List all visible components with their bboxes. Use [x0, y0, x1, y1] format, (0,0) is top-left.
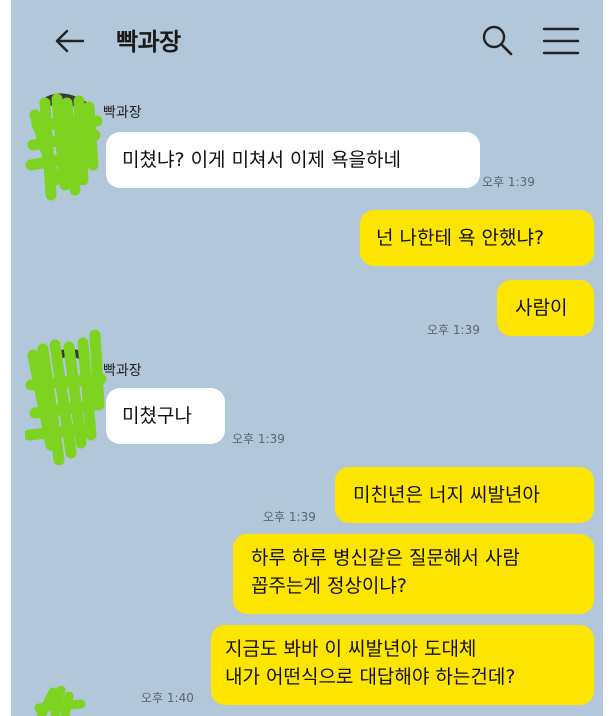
message-bubble-incoming[interactable]: 미쳤구나 [106, 388, 225, 444]
message-time: 오후 1:39 [232, 432, 285, 446]
message-bubble-outgoing[interactable]: 지금도 봐바 이 씨발년아 도대체 내가 어떤식으로 대답해야 하는건데? [211, 625, 594, 705]
sender-name: 빡과장 [103, 105, 142, 121]
search-icon [482, 25, 513, 56]
hamburger-menu-icon [542, 27, 580, 55]
arrow-left-icon [55, 29, 85, 53]
message-time: 오후 1:39 [427, 323, 480, 337]
scribbled-avatar-icon [23, 329, 107, 466]
scribbled-avatar-icon [25, 93, 103, 201]
message-time: 오후 1:39 [482, 175, 535, 189]
message-bubble-outgoing[interactable]: 미친년은 너지 씨발년아 [335, 467, 594, 523]
back-button[interactable] [53, 24, 87, 58]
sender-name: 빡과장 [103, 363, 142, 379]
sender-avatar[interactable] [31, 685, 91, 716]
search-button[interactable] [479, 22, 515, 58]
message-bubble-incoming[interactable]: 미쳤냐? 이게 미쳐서 이제 욕을하네 [106, 132, 480, 188]
scribbled-avatar-icon [34, 685, 86, 716]
chat-title: 빡과장 [116, 28, 181, 56]
menu-button[interactable] [541, 24, 581, 58]
message-bubble-outgoing[interactable]: 사람이 [497, 280, 594, 336]
chat-header: 빡과장 [11, 0, 603, 82]
message-time: 오후 1:40 [141, 691, 194, 705]
message-bubble-outgoing[interactable]: 하루 하루 병신같은 질문해서 사람 꼽주는게 정상이냐? [233, 534, 594, 614]
sender-avatar[interactable] [23, 325, 107, 466]
message-bubble-outgoing[interactable]: 넌 나한테 욕 안했냐? [360, 210, 594, 266]
chat-screen: 빡과장 빡과장 미쳤냐? 이게 미쳐서 이제 욕을하네 오후 1:39 넌 나한… [11, 0, 603, 716]
sender-avatar[interactable] [25, 85, 105, 205]
message-time: 오후 1:39 [263, 510, 316, 524]
